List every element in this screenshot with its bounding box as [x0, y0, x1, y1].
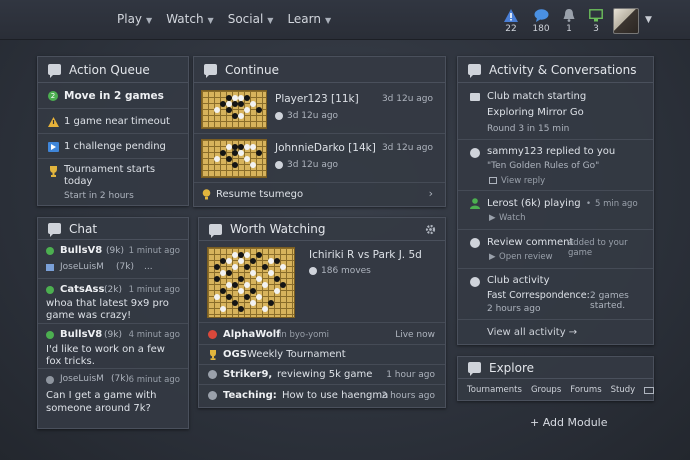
- comment-icon: [470, 148, 480, 158]
- chevron-down-icon: ▼: [267, 16, 274, 25]
- activity-item[interactable]: Review comment added to your game ▶ Open…: [458, 231, 653, 269]
- panel-title: Continue: [225, 62, 279, 77]
- gear-icon[interactable]: [425, 224, 436, 235]
- panel-icon: [48, 64, 61, 78]
- clock-icon: [275, 161, 283, 169]
- chat-icon: [534, 8, 548, 22]
- flag-icon: [48, 142, 59, 152]
- continue-game-row[interactable]: Player123 [11k] 3d 12u ago 3d 12u ago: [194, 84, 445, 134]
- offline-status-icon: [46, 376, 54, 384]
- game-board-thumbnail: [201, 90, 267, 129]
- explore-links: Tournaments Groups Forums Study: [467, 385, 655, 395]
- time-separator: •: [586, 199, 592, 209]
- chat-message[interactable]: BullsV8 (9k) 1 minut ago JoseLuisM (7k) …: [38, 241, 188, 279]
- queue-item-challenge[interactable]: 1 challenge pending: [38, 134, 188, 159]
- play-icon: ▶: [489, 252, 496, 262]
- comment-icon: [470, 238, 480, 248]
- chevron-down-icon[interactable]: ▼: [645, 15, 652, 25]
- message-icon: [46, 264, 54, 271]
- online-status-icon: [46, 331, 54, 339]
- explore-panel: Explore Tournaments Groups Forums Study: [457, 356, 655, 401]
- chevron-down-icon: ▼: [207, 16, 214, 25]
- game-board-thumbnail: [207, 247, 295, 318]
- continue-panel: Continue Player123 [11k] 3d 12u ago 3d 1…: [193, 56, 446, 207]
- folder-icon[interactable]: [644, 386, 655, 394]
- chevron-down-icon: ▼: [146, 16, 153, 25]
- watch-item[interactable]: AlphaWolf in byo-yomi Live now: [199, 324, 445, 345]
- notification-warnings[interactable]: 22: [498, 8, 524, 34]
- game-board-thumbnail: [201, 139, 267, 178]
- activity-item[interactable]: Club activity Fast Correspondence: 2 gam…: [458, 270, 653, 320]
- add-module-button[interactable]: + Add Module: [530, 416, 608, 429]
- nav-learn[interactable]: Learn ▼: [287, 12, 331, 26]
- comment-icon: [208, 370, 217, 379]
- clock-icon: [275, 112, 283, 120]
- warning-icon: [504, 8, 518, 22]
- panel-icon: [209, 223, 222, 238]
- panel-icon: [468, 64, 481, 78]
- play-icon: ▶: [489, 213, 496, 223]
- activity-item[interactable]: Lerost (6k) playing • 5 min ago ▶ Watch: [458, 192, 653, 230]
- notification-games[interactable]: 3: [583, 8, 609, 34]
- clock-icon: [309, 267, 317, 275]
- panel-icon: [468, 362, 481, 376]
- action-queue-panel: Action Queue 2 Move in 2 games 1 game ne…: [37, 56, 189, 206]
- top-bar: Play ▼ Watch ▼ Social ▼ Learn ▼ 22 180 1 3 ▼: [0, 0, 690, 40]
- activity-panel: Activity & Conversations Club match star…: [457, 56, 654, 345]
- bubble-icon: [470, 93, 480, 101]
- panel-title: Worth Watching: [230, 222, 326, 236]
- panel-title: Explore: [489, 360, 535, 375]
- chat-panel: Chat BullsV8 (9k) 1 minut ago JoseLuisM …: [37, 217, 189, 429]
- user-icon: [470, 198, 480, 209]
- panel-title: Activity & Conversations: [489, 62, 637, 77]
- online-status-icon: [46, 286, 54, 294]
- notification-chats[interactable]: 180: [528, 8, 554, 34]
- monitor-icon: [589, 8, 603, 21]
- chevron-right-icon: ›: [428, 187, 433, 200]
- panel-title: Action Queue: [69, 62, 150, 77]
- view-all-activity-link[interactable]: View all activity →: [458, 321, 653, 345]
- nav-play[interactable]: Play ▼: [117, 12, 152, 26]
- activity-item[interactable]: sammy123 replied to you "Ten Golden Rule…: [458, 141, 653, 191]
- nav-social[interactable]: Social ▼: [228, 12, 274, 26]
- chat-message[interactable]: JoseLuisM (7k) 6 minut ago Can I get a g…: [38, 370, 188, 428]
- chevron-down-icon: ▼: [324, 16, 332, 25]
- lightbulb-icon: [202, 189, 211, 200]
- explore-link-groups[interactable]: Groups: [531, 385, 561, 395]
- chat-message[interactable]: BullsV8 (9k) 4 minut ago I'd like to wor…: [38, 325, 188, 369]
- worth-watching-panel: Worth Watching Ichiriki R vs Park J. 5d …: [198, 217, 446, 408]
- club-icon: [470, 277, 480, 287]
- warning-icon: [48, 117, 59, 127]
- panel-title: Chat: [69, 221, 98, 236]
- chat-message[interactable]: CatsAss (2k) 1 minut ago whoa that lates…: [38, 280, 188, 324]
- activity-item[interactable]: Club match starting Exploring Mirror Go …: [458, 84, 653, 140]
- comment-icon: [208, 391, 217, 400]
- panel-icon: [204, 64, 217, 78]
- resume-tsumego-link[interactable]: Resume tsumego ›: [194, 184, 445, 206]
- queue-item-tournament[interactable]: Tournament starts today Start in 2 hours: [38, 159, 188, 205]
- user-avatar[interactable]: [613, 8, 639, 34]
- number-badge-icon: 2: [48, 91, 58, 101]
- queue-item-timeout[interactable]: 1 game near timeout: [38, 109, 188, 134]
- bell-icon: [563, 8, 575, 22]
- trophy-icon: [50, 166, 57, 177]
- explore-link-study[interactable]: Study: [611, 385, 636, 395]
- continue-game-row[interactable]: JohnnieDarko [14k] 3d 12u ago 3d 12u ago: [194, 135, 445, 183]
- explore-link-tournaments[interactable]: Tournaments: [467, 385, 522, 395]
- watch-item[interactable]: Striker9, reviewing 5k game 1 hour ago: [199, 365, 445, 385]
- online-status-icon: [46, 247, 54, 255]
- trophy-icon: [210, 350, 216, 360]
- queue-item-moves[interactable]: 2 Move in 2 games: [38, 84, 188, 109]
- watch-item[interactable]: OGS Weekly Tournament: [199, 345, 445, 365]
- nav-watch[interactable]: Watch ▼: [166, 12, 214, 26]
- live-icon: [208, 330, 217, 339]
- explore-link-forums[interactable]: Forums: [570, 385, 601, 395]
- image-icon: [489, 177, 497, 184]
- main-nav: Play ▼ Watch ▼ Social ▼ Learn ▼: [117, 12, 331, 26]
- panel-icon: [48, 223, 61, 237]
- featured-game[interactable]: Ichiriki R vs Park J. 5d 186 moves: [199, 242, 445, 323]
- watch-item[interactable]: Teaching: How to use haengma 2 hours ago: [199, 385, 445, 407]
- notification-bell[interactable]: 1: [556, 8, 582, 34]
